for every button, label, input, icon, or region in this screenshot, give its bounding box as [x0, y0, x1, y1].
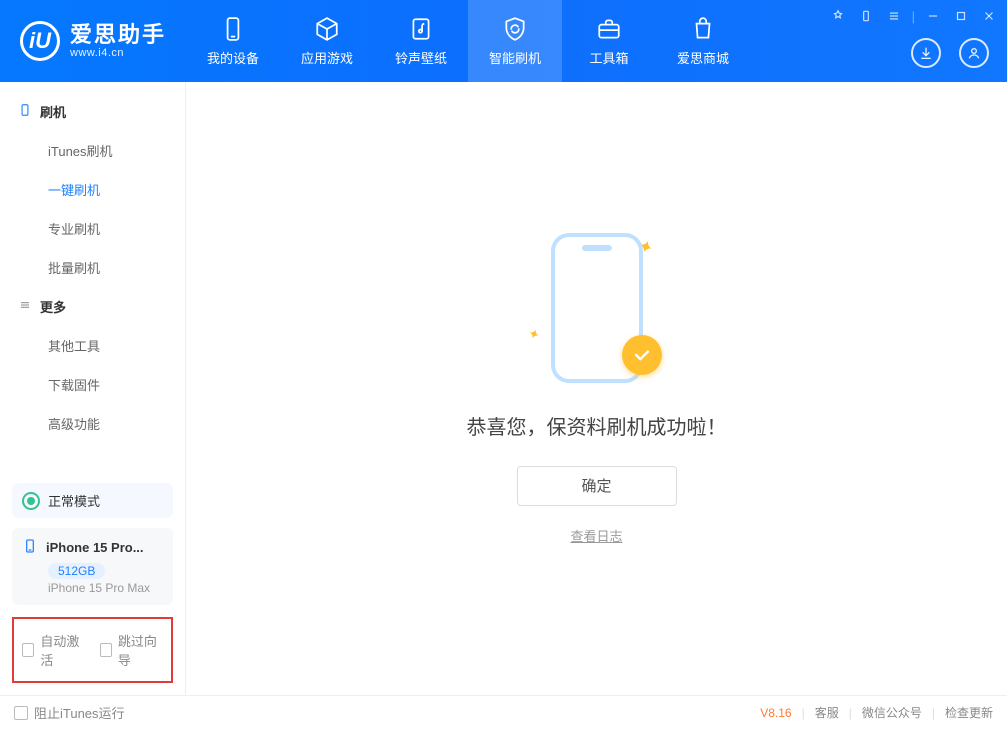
window-controls: | [828, 6, 999, 26]
shield-refresh-icon [502, 16, 528, 42]
success-message: 恭喜您，保资料刷机成功啦！ [467, 411, 727, 440]
app-logo-icon: iU [20, 21, 60, 61]
account-button[interactable] [959, 38, 989, 68]
status-ok-icon [22, 492, 40, 510]
checkbox-skip-wizard[interactable]: 跳过向导 [100, 631, 164, 669]
checkbox-icon [14, 706, 28, 720]
shopping-bag-icon [690, 16, 716, 42]
sidebar-bottom: 正常模式 iPhone 15 Pro... 512GB iPhone 15 Pr… [0, 473, 185, 695]
confirm-button[interactable]: 确定 [517, 466, 677, 506]
phone-icon [220, 16, 246, 42]
sidebar-item-download-firmware[interactable]: 下载固件 [0, 365, 185, 404]
app-window: iU 爱思助手 www.i4.cn 我的设备 应用游戏 [0, 0, 1007, 729]
main-panel: ✦ ✦ 恭喜您，保资料刷机成功啦！ 确定 查看日志 [186, 82, 1007, 695]
sidebar-item-batch-flash[interactable]: 批量刷机 [0, 248, 185, 287]
check-badge-icon [622, 335, 662, 375]
success-illustration: ✦ ✦ [522, 233, 672, 383]
checkbox-block-itunes[interactable]: 阻止iTunes运行 [14, 703, 125, 722]
footer-link-check-update[interactable]: 检查更新 [945, 704, 993, 721]
app-subtitle: www.i4.cn [70, 47, 166, 59]
logo-text: 爱思助手 www.i4.cn [70, 23, 166, 59]
checkbox-label: 阻止iTunes运行 [34, 703, 125, 722]
checkbox-auto-activate[interactable]: 自动激活 [22, 631, 86, 669]
nav-label: 应用游戏 [301, 48, 353, 67]
menu-icon[interactable] [884, 6, 904, 26]
highlighted-options: 自动激活 跳过向导 [12, 617, 173, 683]
sidebar-group-more[interactable]: 更多 [0, 287, 185, 326]
device-card[interactable]: iPhone 15 Pro... 512GB iPhone 15 Pro Max [12, 528, 173, 605]
sidebar: 刷机 iTunes刷机 一键刷机 专业刷机 批量刷机 更多 其他工具 下载固件 … [0, 82, 186, 695]
nav-ringtone-wallpaper[interactable]: 铃声壁纸 [374, 0, 468, 82]
version-label: V8.16 [760, 706, 791, 720]
sidebar-item-itunes-flash[interactable]: iTunes刷机 [0, 131, 185, 170]
sidebar-item-advanced[interactable]: 高级功能 [0, 404, 185, 443]
toolbox-icon [596, 16, 622, 42]
nav-label: 工具箱 [589, 48, 628, 67]
nav-label: 爱思商城 [677, 48, 729, 67]
sidebar-group-title: 刷机 [40, 102, 66, 121]
phone-outline-icon [18, 103, 32, 120]
nav-apps-games[interactable]: 应用游戏 [280, 0, 374, 82]
nav-label: 铃声壁纸 [395, 48, 447, 67]
close-button[interactable] [979, 6, 999, 26]
music-icon [408, 16, 434, 42]
minimize-button[interactable] [923, 6, 943, 26]
device-mode-status[interactable]: 正常模式 [12, 483, 173, 518]
device-name: iPhone 15 Pro... [46, 540, 144, 555]
checkbox-icon [22, 643, 34, 657]
nav-my-device[interactable]: 我的设备 [186, 0, 280, 82]
status-label: 正常模式 [48, 491, 100, 510]
cube-icon [314, 16, 340, 42]
nav-label: 我的设备 [207, 48, 259, 67]
nav-toolbox[interactable]: 工具箱 [562, 0, 656, 82]
device-model: iPhone 15 Pro Max [48, 581, 163, 595]
nav-store[interactable]: 爱思商城 [656, 0, 750, 82]
footer-link-support[interactable]: 客服 [815, 704, 839, 721]
view-log-link[interactable]: 查看日志 [570, 526, 622, 545]
checkbox-icon [100, 643, 112, 657]
app-title: 爱思助手 [70, 23, 166, 47]
sidebar-group-title: 更多 [40, 297, 66, 316]
checkbox-label: 自动激活 [40, 631, 85, 669]
sparkle-icon: ✦ [525, 324, 542, 344]
logo-block: iU 爱思助手 www.i4.cn [0, 0, 186, 82]
body: 刷机 iTunes刷机 一键刷机 专业刷机 批量刷机 更多 其他工具 下载固件 … [0, 82, 1007, 695]
top-navbar: 我的设备 应用游戏 铃声壁纸 智能刷机 [186, 0, 750, 82]
header-action-circles [911, 38, 989, 68]
footer: 阻止iTunes运行 V8.16 | 客服 | 微信公众号 | 检查更新 [0, 695, 1007, 729]
more-icon [18, 298, 32, 315]
maximize-button[interactable] [951, 6, 971, 26]
nav-smart-flash[interactable]: 智能刷机 [468, 0, 562, 82]
nav-label: 智能刷机 [489, 48, 541, 67]
sidebar-item-one-click-flash[interactable]: 一键刷机 [0, 170, 185, 209]
phone-icon [22, 538, 38, 557]
checkbox-label: 跳过向导 [118, 631, 163, 669]
storage-badge: 512GB [48, 563, 105, 579]
sidebar-group-flash[interactable]: 刷机 [0, 92, 185, 131]
footer-link-wechat[interactable]: 微信公众号 [862, 704, 922, 721]
download-button[interactable] [911, 38, 941, 68]
sidebar-item-other-tools[interactable]: 其他工具 [0, 326, 185, 365]
phone-small-icon[interactable] [856, 6, 876, 26]
feedback-icon[interactable] [828, 6, 848, 26]
header: iU 爱思助手 www.i4.cn 我的设备 应用游戏 [0, 0, 1007, 82]
sidebar-item-pro-flash[interactable]: 专业刷机 [0, 209, 185, 248]
